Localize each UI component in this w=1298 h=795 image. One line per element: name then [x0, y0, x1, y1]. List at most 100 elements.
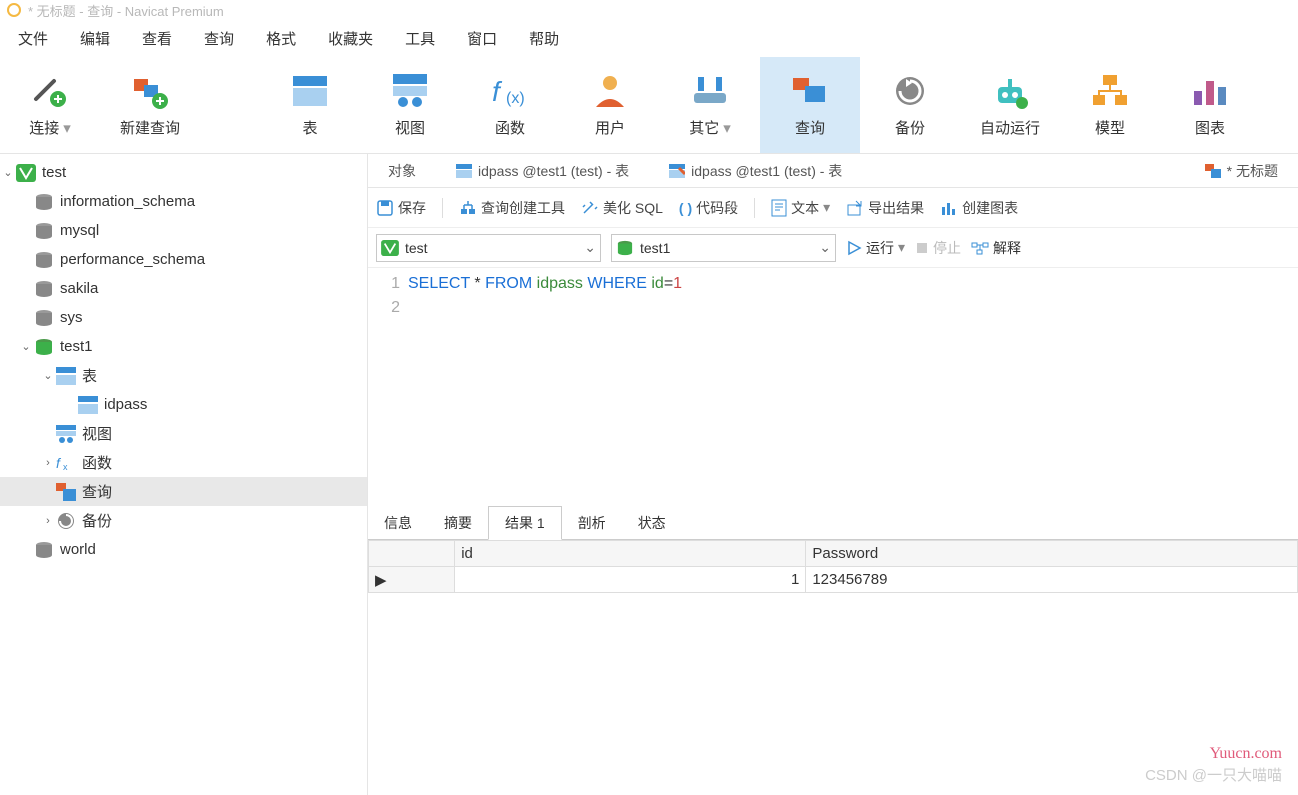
export-icon: [846, 199, 864, 217]
collapse-icon[interactable]: ⌄: [18, 340, 34, 353]
tree-database-active[interactable]: ⌄test1: [0, 332, 367, 361]
watermark: Yuucn.com: [1210, 745, 1282, 763]
run-button[interactable]: 运行▾: [846, 238, 905, 258]
backup-icon: [892, 73, 928, 109]
tab-status[interactable]: 状态: [622, 507, 682, 539]
sql-editor[interactable]: 12 SELECT * FROM idpass WHERE id=1: [368, 268, 1298, 508]
tree-tables-node[interactable]: ⌄表: [0, 361, 367, 390]
tab-untitled[interactable]: * 无标题: [1185, 154, 1298, 187]
table-row[interactable]: ▶ 1 123456789: [369, 567, 1298, 593]
database-select[interactable]: test1⌄: [611, 234, 836, 262]
connection-icon: [381, 240, 399, 256]
explain-button[interactable]: 解释: [971, 238, 1021, 258]
tab-result-1[interactable]: 结果 1: [488, 506, 562, 540]
create-chart-button[interactable]: 创建图表: [940, 198, 1018, 218]
menu-tools[interactable]: 工具: [391, 22, 449, 55]
svg-text:x: x: [63, 462, 68, 472]
save-button[interactable]: 保存: [376, 198, 426, 218]
tool-chart[interactable]: 图表: [1160, 57, 1260, 153]
line-gutter: 12: [368, 272, 408, 508]
play-icon: [846, 240, 862, 256]
column-header[interactable]: Password: [806, 541, 1298, 567]
menu-query[interactable]: 查询: [190, 22, 248, 55]
query-icon: [1205, 164, 1221, 178]
menu-file[interactable]: 文件: [4, 22, 62, 55]
database-icon: [34, 222, 54, 240]
view-icon: [56, 425, 76, 443]
menu-view[interactable]: 查看: [128, 22, 186, 55]
tool-model[interactable]: 模型: [1060, 57, 1160, 153]
tab-table-2[interactable]: idpass @test1 (test) - 表: [649, 154, 862, 187]
tab-objects[interactable]: 对象: [368, 154, 436, 187]
database-icon: [34, 309, 54, 327]
tool-backup[interactable]: 备份: [860, 57, 960, 153]
query-builder-button[interactable]: 查询创建工具: [459, 198, 565, 218]
tree-table-item[interactable]: idpass: [0, 390, 367, 419]
result-grid[interactable]: id Password ▶ 1 123456789: [368, 540, 1298, 593]
database-icon: [616, 240, 634, 256]
export-button[interactable]: 导出结果: [846, 198, 924, 218]
connection-select[interactable]: test⌄: [376, 234, 601, 262]
tab-summary[interactable]: 摘要: [428, 507, 488, 539]
tool-user[interactable]: 用户: [560, 57, 660, 153]
tree-database[interactable]: information_schema: [0, 187, 367, 216]
cell-password[interactable]: 123456789: [806, 567, 1298, 593]
text-button[interactable]: 文本▾: [771, 198, 830, 218]
chevron-down-icon: ⌄: [584, 239, 596, 256]
menu-favorites[interactable]: 收藏夹: [314, 22, 387, 55]
tree-database[interactable]: performance_schema: [0, 245, 367, 274]
tab-profile[interactable]: 剖析: [562, 507, 622, 539]
snippet-button[interactable]: ( )代码段: [679, 198, 738, 218]
title-bar: * 无标题 - 查询 - Navicat Premium: [0, 0, 1298, 20]
tool-function[interactable]: f(x)函数: [460, 57, 560, 153]
menu-help[interactable]: 帮助: [515, 22, 573, 55]
result-tabs: 信息 摘要 结果 1 剖析 状态: [368, 508, 1298, 540]
chevron-down-icon: ▾: [723, 120, 731, 137]
tree-database[interactable]: sys: [0, 303, 367, 332]
tab-info[interactable]: 信息: [368, 507, 428, 539]
collapse-icon[interactable]: ⌄: [0, 166, 16, 179]
tree-queries-node[interactable]: 查询: [0, 477, 367, 506]
new-query-icon: [130, 71, 170, 111]
database-icon: [34, 193, 54, 211]
collapse-icon[interactable]: ⌄: [40, 369, 56, 382]
tool-auto[interactable]: 自动运行: [960, 57, 1060, 153]
tree-connection[interactable]: ⌄test: [0, 158, 367, 187]
tab-table-1[interactable]: idpass @test1 (test) - 表: [436, 154, 649, 187]
tool-other[interactable]: 其它▾: [660, 57, 760, 153]
tool-query[interactable]: 查询: [760, 57, 860, 153]
tree-database[interactable]: sakila: [0, 274, 367, 303]
beautify-button[interactable]: 美化 SQL: [581, 198, 663, 218]
database-icon: [34, 251, 54, 269]
stop-button: 停止: [915, 238, 961, 258]
menu-window[interactable]: 窗口: [453, 22, 511, 55]
backup-icon: [56, 512, 76, 530]
view-icon: [391, 72, 429, 110]
tree-functions-node[interactable]: ›fx函数: [0, 448, 367, 477]
tree-database[interactable]: world: [0, 535, 367, 564]
main-toolbar: 连接▾ 新建查询 表 视图 f(x)函数 用户 其它▾ 查询 备份 自动运行 模…: [0, 56, 1298, 154]
tool-view[interactable]: 视图: [360, 57, 460, 153]
chevron-down-icon: ▾: [823, 199, 830, 216]
menu-format[interactable]: 格式: [252, 22, 310, 55]
expand-icon[interactable]: ›: [40, 457, 56, 469]
database-icon: [34, 338, 54, 356]
cell-id[interactable]: 1: [455, 567, 806, 593]
svg-text:(x): (x): [506, 90, 525, 107]
window-title: * 无标题 - 查询 - Navicat Premium: [28, 1, 224, 20]
tree-backups-node[interactable]: ›备份: [0, 506, 367, 535]
menu-edit[interactable]: 编辑: [66, 22, 124, 55]
tool-new-query[interactable]: 新建查询: [100, 57, 200, 153]
column-header[interactable]: id: [455, 541, 806, 567]
svg-text:f: f: [492, 76, 503, 107]
tree-database[interactable]: mysql: [0, 216, 367, 245]
sql-code[interactable]: SELECT * FROM idpass WHERE id=1: [408, 272, 682, 508]
tool-table[interactable]: 表: [260, 57, 360, 153]
table-icon: [78, 396, 98, 414]
tool-connect[interactable]: 连接▾: [0, 57, 100, 153]
chevron-down-icon: ⌄: [819, 239, 831, 256]
chevron-down-icon: ▾: [898, 239, 905, 256]
snippet-icon: ( ): [679, 200, 692, 216]
tree-views-node[interactable]: 视图: [0, 419, 367, 448]
expand-icon[interactable]: ›: [40, 515, 56, 527]
